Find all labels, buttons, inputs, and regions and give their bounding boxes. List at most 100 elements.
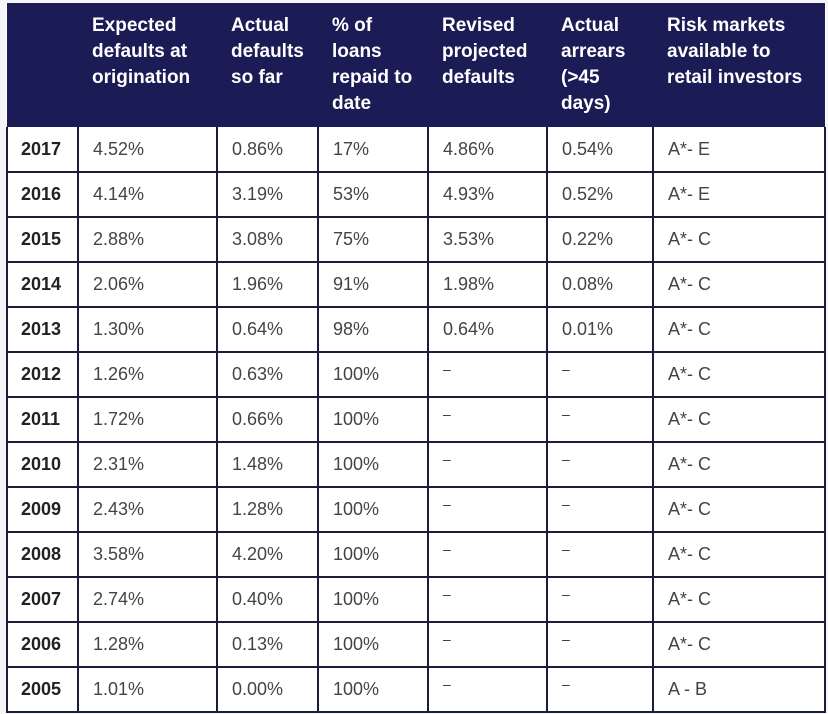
revised-projected-defaults-cell: 4.93% <box>427 171 548 218</box>
dash-placeholder: – <box>443 541 451 557</box>
revised-projected-defaults-cell: – <box>427 666 548 713</box>
dash-placeholder: – <box>562 361 570 377</box>
table-row: 2014 2.06% 1.96% 91% 1.98% 0.08% A*- C <box>6 261 826 308</box>
expected-defaults-header: Expected defaults at origination <box>78 3 217 127</box>
revised-projected-defaults-cell: – <box>427 621 548 668</box>
table-row: 2012 1.26% 0.63% 100% – – A*- C <box>6 351 826 398</box>
table-row: 2006 1.28% 0.13% 100% – – A*- C <box>6 621 826 668</box>
loans-repaid-cell: 100% <box>317 351 429 398</box>
expected-defaults-cell: 2.06% <box>77 261 218 308</box>
expected-defaults-cell: 1.30% <box>77 306 218 353</box>
loan-performance-table: Expected defaults at origination Actual d… <box>6 3 826 713</box>
actual-arrears-cell: 0.01% <box>546 306 654 353</box>
risk-markets-cell: A*- C <box>652 216 826 263</box>
dash-placeholder: – <box>562 451 570 467</box>
loans-repaid-cell: 98% <box>317 306 429 353</box>
loans-repaid-cell: 75% <box>317 216 429 263</box>
year-cell: 2006 <box>6 621 79 668</box>
table-row: 2009 2.43% 1.28% 100% – – A*- C <box>6 486 826 533</box>
year-cell: 2009 <box>6 486 79 533</box>
dash-placeholder: – <box>562 676 570 692</box>
revised-projected-defaults-header: Revised projected defaults <box>428 3 547 127</box>
loans-repaid-cell: 100% <box>317 441 429 488</box>
revised-projected-defaults-cell: – <box>427 441 548 488</box>
risk-markets-cell: A*- C <box>652 441 826 488</box>
risk-markets-cell: A*- C <box>652 621 826 668</box>
actual-defaults-cell: 0.00% <box>216 666 319 713</box>
actual-arrears-cell: – <box>546 666 654 713</box>
actual-defaults-cell: 1.96% <box>216 261 319 308</box>
loan-performance-table-container: Expected defaults at origination Actual d… <box>6 3 826 713</box>
table-row: 2013 1.30% 0.64% 98% 0.64% 0.01% A*- C <box>6 306 826 353</box>
risk-markets-cell: A*- C <box>652 261 826 308</box>
year-cell: 2005 <box>6 666 79 713</box>
actual-defaults-cell: 0.64% <box>216 306 319 353</box>
year-cell: 2011 <box>6 396 79 443</box>
expected-defaults-cell: 2.88% <box>77 216 218 263</box>
revised-projected-defaults-cell: 4.86% <box>427 127 548 173</box>
expected-defaults-cell: 2.43% <box>77 486 218 533</box>
actual-defaults-cell: 0.86% <box>216 127 319 173</box>
actual-defaults-cell: 4.20% <box>216 531 319 578</box>
year-cell: 2012 <box>6 351 79 398</box>
actual-arrears-cell: – <box>546 531 654 578</box>
actual-arrears-cell: – <box>546 486 654 533</box>
year-cell: 2008 <box>6 531 79 578</box>
dash-placeholder: – <box>443 496 451 512</box>
actual-arrears-cell: – <box>546 621 654 668</box>
expected-defaults-cell: 1.01% <box>77 666 218 713</box>
dash-placeholder: – <box>443 631 451 647</box>
loans-repaid-cell: 100% <box>317 666 429 713</box>
table-row: 2015 2.88% 3.08% 75% 3.53% 0.22% A*- C <box>6 216 826 263</box>
actual-arrears-cell: 0.08% <box>546 261 654 308</box>
actual-defaults-cell: 0.13% <box>216 621 319 668</box>
actual-arrears-cell: – <box>546 396 654 443</box>
actual-arrears-header: Actual arrears (>45 days) <box>547 3 653 127</box>
actual-defaults-cell: 3.08% <box>216 216 319 263</box>
loans-repaid-cell: 100% <box>317 396 429 443</box>
table-row: 2011 1.72% 0.66% 100% – – A*- C <box>6 396 826 443</box>
risk-markets-cell: A*- C <box>652 486 826 533</box>
loans-repaid-header: % of loans repaid to date <box>318 3 428 127</box>
actual-defaults-cell: 1.28% <box>216 486 319 533</box>
header-row: Expected defaults at origination Actual d… <box>7 3 825 127</box>
risk-markets-cell: A*- C <box>652 396 826 443</box>
actual-defaults-header: Actual defaults so far <box>217 3 318 127</box>
dash-placeholder: – <box>443 586 451 602</box>
revised-projected-defaults-cell: – <box>427 576 548 623</box>
table-row: 2005 1.01% 0.00% 100% – – A - B <box>6 666 826 713</box>
actual-arrears-cell: – <box>546 576 654 623</box>
actual-arrears-cell: 0.52% <box>546 171 654 218</box>
actual-arrears-cell: 0.22% <box>546 216 654 263</box>
expected-defaults-cell: 2.74% <box>77 576 218 623</box>
expected-defaults-cell: 2.31% <box>77 441 218 488</box>
loans-repaid-cell: 100% <box>317 486 429 533</box>
table-row: 2016 4.14% 3.19% 53% 4.93% 0.52% A*- E <box>6 171 826 218</box>
table-row: 2007 2.74% 0.40% 100% – – A*- C <box>6 576 826 623</box>
dash-placeholder: – <box>562 586 570 602</box>
revised-projected-defaults-cell: 1.98% <box>427 261 548 308</box>
actual-arrears-cell: – <box>546 441 654 488</box>
dash-placeholder: – <box>443 451 451 467</box>
dash-placeholder: – <box>562 406 570 422</box>
risk-markets-cell: A*- C <box>652 531 826 578</box>
year-cell: 2013 <box>6 306 79 353</box>
risk-markets-cell: A*- C <box>652 576 826 623</box>
risk-markets-cell: A*- E <box>652 127 826 173</box>
table-row: 2008 3.58% 4.20% 100% – – A*- C <box>6 531 826 578</box>
risk-markets-cell: A*- C <box>652 306 826 353</box>
loans-repaid-cell: 53% <box>317 171 429 218</box>
actual-defaults-cell: 3.19% <box>216 171 319 218</box>
year-cell: 2014 <box>6 261 79 308</box>
dash-placeholder: – <box>443 361 451 377</box>
year-cell: 2016 <box>6 171 79 218</box>
actual-defaults-cell: 1.48% <box>216 441 319 488</box>
table-body: 2017 4.52% 0.86% 17% 4.86% 0.54% A*- E 2016 4.14… <box>6 127 826 713</box>
table-row: 2010 2.31% 1.48% 100% – – A*- C <box>6 441 826 488</box>
loans-repaid-cell: 91% <box>317 261 429 308</box>
year-cell: 2015 <box>6 216 79 263</box>
revised-projected-defaults-cell: 3.53% <box>427 216 548 263</box>
revised-projected-defaults-cell: – <box>427 351 548 398</box>
revised-projected-defaults-cell: – <box>427 531 548 578</box>
actual-arrears-cell: – <box>546 351 654 398</box>
